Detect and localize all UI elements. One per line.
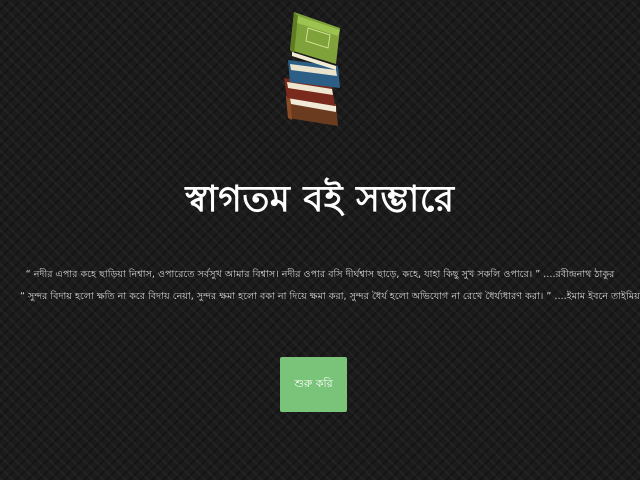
start-button[interactable]: শুরু করি <box>280 357 347 412</box>
book-stack-icon <box>278 8 348 138</box>
page-title: স্বাগতম বই সম্ভারে <box>185 179 455 220</box>
quote-taymiyyah: “ সুন্দর বিদায় হলো ক্ষতি না করে বিদায় … <box>20 291 640 302</box>
quote-tagore: “ নদীর এপার কহে ছাড়িয়া নিশ্বাস, ওপারেত… <box>25 269 615 280</box>
quote-list: “ নদীর এপার কহে ছাড়িয়া নিশ্বাস, ওপারেত… <box>20 264 640 308</box>
